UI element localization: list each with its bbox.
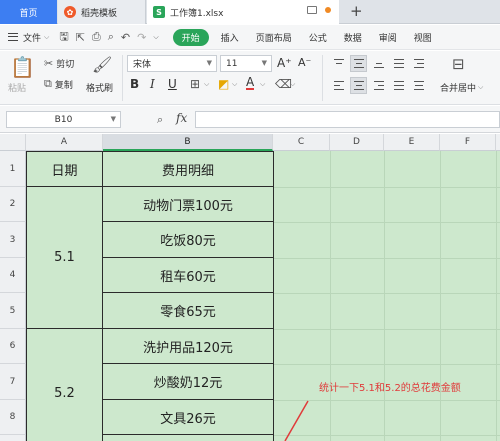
font-name-value: 宋体 xyxy=(133,60,152,70)
menu-bar: 文件 ⌵ 🖫 ⇱ ⎙ ⌕ ↶ ↷ ⌵ 开始 插入 页面布局 公式 数据 审阅 视… xyxy=(0,25,500,50)
align-right-icon xyxy=(373,81,384,90)
merge-cells-icon[interactable]: ⊟ xyxy=(452,55,465,73)
merge-center-button[interactable]: 合并居中 ⌵ xyxy=(440,81,483,94)
undo-icon[interactable]: ↶ xyxy=(121,31,130,44)
docer-logo-icon: ✿ xyxy=(64,6,76,18)
tab-home-label: 首页 xyxy=(19,8,38,19)
print-icon[interactable]: ⎙ xyxy=(92,30,101,44)
align-left-button[interactable] xyxy=(330,77,347,94)
export-icon[interactable]: ⇱ xyxy=(76,31,85,44)
formula-input[interactable] xyxy=(195,111,500,128)
chevron-down-icon[interactable]: ⌵ xyxy=(260,80,265,89)
formula-bar: B10 ▼ ⌕ fx xyxy=(0,106,500,133)
tab-workbook-label: 工作簿1.xlsx xyxy=(170,8,224,19)
ribbon-divider xyxy=(122,55,123,101)
zoom-icon[interactable]: ⌕ xyxy=(157,113,163,127)
menu-insert[interactable]: 插入 xyxy=(221,31,239,44)
chevron-down-icon[interactable]: ⌵ xyxy=(204,80,209,89)
tab-template[interactable]: ✿ 稻壳模板 xyxy=(58,0,146,24)
spreadsheet-grid[interactable]: A B C D E F 1 2 3 4 5 6 7 8 日期 费用明细 5.1 … xyxy=(0,134,500,441)
font-shrink-button[interactable]: A⁻ xyxy=(298,56,311,69)
title-tab-bar: 首页 ✿ 稻壳模板 S 工作簿1.xlsx + xyxy=(0,0,500,24)
menu-start[interactable]: 开始 xyxy=(172,28,209,46)
chevron-down-icon[interactable]: ⌵ xyxy=(290,80,295,89)
align-bottom-button[interactable] xyxy=(370,55,387,72)
chevron-down-icon: ⌵ xyxy=(44,32,50,41)
redo-icon[interactable]: ↷ xyxy=(137,31,146,44)
indent-button[interactable] xyxy=(410,55,427,72)
text-direction-icon xyxy=(393,59,404,68)
border-icon[interactable]: ⊞ xyxy=(190,77,200,91)
font-size-select[interactable]: 11 ▼ xyxy=(220,55,272,72)
format-painter-icon[interactable]: 🖌 xyxy=(92,55,112,74)
align-center-icon xyxy=(353,81,364,90)
tab-workbook[interactable]: S 工作簿1.xlsx xyxy=(147,0,339,24)
chevron-down-icon[interactable]: ⌵ xyxy=(153,33,158,42)
font-color-icon[interactable]: A xyxy=(246,76,255,90)
chevron-down-icon: ⌵ xyxy=(478,83,484,91)
ribbon-divider xyxy=(322,55,323,101)
align-left-icon xyxy=(333,81,344,90)
file-menu[interactable]: 文件 ⌵ xyxy=(8,31,49,44)
menu-view[interactable]: 视图 xyxy=(414,31,432,44)
paste-icon[interactable]: 📋 xyxy=(10,55,35,79)
italic-button[interactable]: I xyxy=(150,77,155,91)
copy-label: 复制 xyxy=(54,80,73,91)
align-bottom-icon xyxy=(373,59,384,68)
name-box[interactable]: B10 ▼ xyxy=(6,111,121,128)
save-icon[interactable]: 🖫 xyxy=(59,28,68,47)
justify-button[interactable] xyxy=(390,77,407,94)
ribbon-toolbar: 📋 粘贴 ✂ 剪切 ⧉ 复制 🖌 格式刷 宋体 ▼ 11 ▼ A⁺ A⁻ B I… xyxy=(0,51,500,105)
chevron-down-icon: ▼ xyxy=(110,115,116,123)
align-right-button[interactable] xyxy=(370,77,387,94)
chevron-down-icon: ▼ xyxy=(206,59,212,67)
copy-button[interactable]: ⧉ 复制 xyxy=(44,77,73,91)
annotation-arrow-icon xyxy=(284,400,309,441)
spreadsheet-icon: S xyxy=(153,6,165,18)
text-direction-button[interactable] xyxy=(390,55,407,72)
menu-data[interactable]: 数据 xyxy=(344,31,362,44)
cut-label: 剪切 xyxy=(56,60,75,70)
merge-center-label: 合并居中 xyxy=(440,84,477,94)
align-middle-button[interactable] xyxy=(350,55,367,72)
chevron-down-icon: ▼ xyxy=(261,59,267,67)
font-grow-button[interactable]: A⁺ xyxy=(277,56,292,70)
format-painter-button[interactable]: 格式刷 xyxy=(86,81,113,94)
monitor-icon[interactable] xyxy=(307,6,317,14)
underline-button[interactable]: U xyxy=(168,77,177,91)
bold-button[interactable]: B xyxy=(130,77,139,91)
distributed-icon xyxy=(413,81,424,90)
menu-page-layout[interactable]: 页面布局 xyxy=(256,31,292,44)
align-top-button[interactable] xyxy=(330,55,347,72)
name-box-value: B10 xyxy=(54,114,73,125)
chevron-down-icon[interactable]: ⌵ xyxy=(232,80,237,89)
font-size-value: 11 xyxy=(226,58,238,69)
unsaved-dot-icon xyxy=(325,7,331,13)
paste-button[interactable]: 粘贴 xyxy=(8,81,26,94)
quick-access-toolbar: 🖫 ⇱ ⎙ ⌕ ↶ ↷ ⌵ xyxy=(59,28,158,47)
justify-icon xyxy=(393,81,404,90)
align-top-icon xyxy=(333,59,344,68)
hamburger-icon xyxy=(8,33,18,41)
align-middle-icon xyxy=(353,59,364,68)
print-preview-icon[interactable]: ⌕ xyxy=(108,30,114,44)
fill-color-icon[interactable]: ◩ xyxy=(218,77,229,91)
menu-review[interactable]: 审阅 xyxy=(379,31,397,44)
menu-formulas[interactable]: 公式 xyxy=(309,31,327,44)
new-tab-button[interactable]: + xyxy=(350,2,363,20)
distributed-button[interactable] xyxy=(410,77,427,94)
cut-button[interactable]: ✂ 剪切 xyxy=(44,57,74,70)
tab-home[interactable]: 首页 xyxy=(0,0,57,24)
font-name-select[interactable]: 宋体 ▼ xyxy=(127,55,217,72)
fx-icon[interactable]: fx xyxy=(176,111,187,125)
tab-template-label: 稻壳模板 xyxy=(81,8,118,19)
copy-icon: ⧉ xyxy=(44,77,52,90)
indent-icon xyxy=(413,59,424,68)
align-center-button[interactable] xyxy=(350,77,367,94)
scissors-icon: ✂ xyxy=(44,57,54,70)
file-menu-label: 文件 xyxy=(23,33,42,44)
